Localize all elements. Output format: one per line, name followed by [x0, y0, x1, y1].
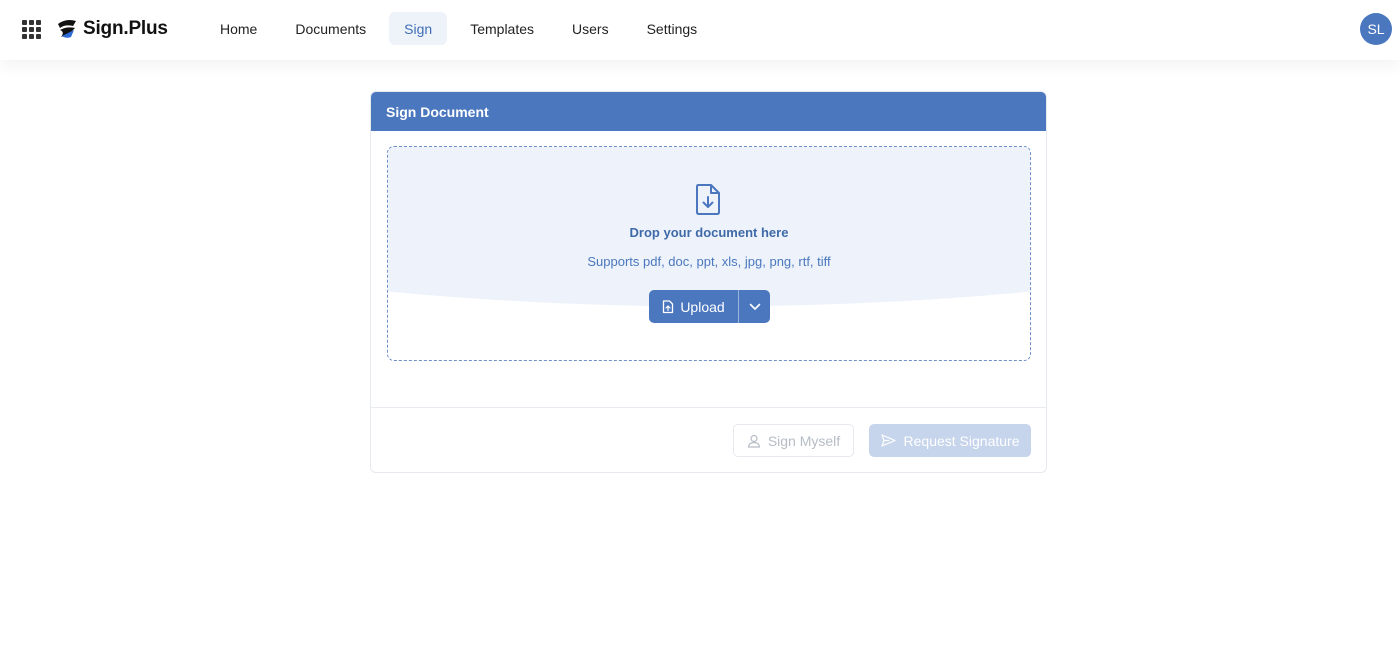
chevron-down-icon	[749, 303, 760, 310]
logo-text: Sign.Plus	[83, 18, 168, 39]
top-bar: Sign.Plus Home Documents Sign Templates …	[0, 0, 1400, 60]
apps-grid-icon[interactable]	[22, 20, 41, 39]
nav-item-home[interactable]: Home	[205, 12, 272, 45]
upload-button-group: Upload	[649, 290, 770, 323]
dropzone-title: Drop your document here	[629, 225, 789, 240]
main-nav: Home Documents Sign Templates Users Sett…	[205, 12, 720, 45]
card-divider	[371, 407, 1046, 408]
app-logo[interactable]: Sign.Plus	[56, 17, 168, 41]
send-icon	[880, 434, 896, 447]
document-dropzone[interactable]: Drop your document here Supports pdf, do…	[387, 146, 1031, 361]
file-upload-icon	[663, 299, 674, 313]
request-signature-label: Request Signature	[903, 432, 1020, 449]
sign-myself-button[interactable]: Sign Myself	[733, 424, 854, 457]
nav-item-sign[interactable]: Sign	[389, 12, 448, 45]
nav-item-settings[interactable]: Settings	[632, 12, 713, 45]
upload-label: Upload	[680, 298, 725, 315]
upload-options-dropdown[interactable]	[739, 290, 770, 323]
sign-myself-label: Sign Myself	[767, 432, 841, 449]
user-avatar[interactable]: SL	[1360, 13, 1392, 45]
dropzone-subtitle: Supports pdf, doc, ppt, xls, jpg, png, r…	[587, 254, 831, 269]
request-signature-button[interactable]: Request Signature	[869, 424, 1031, 457]
nav-item-users[interactable]: Users	[557, 12, 624, 45]
user-icon	[747, 434, 760, 448]
nav-item-templates[interactable]: Templates	[455, 12, 549, 45]
upload-button[interactable]: Upload	[649, 290, 739, 323]
card-title: Sign Document	[371, 92, 1046, 131]
sign-plus-logo-icon	[58, 20, 76, 38]
document-download-icon	[696, 184, 720, 215]
sign-document-card: Sign Document Drop your document here Su…	[370, 91, 1047, 473]
nav-item-documents[interactable]: Documents	[280, 12, 381, 45]
